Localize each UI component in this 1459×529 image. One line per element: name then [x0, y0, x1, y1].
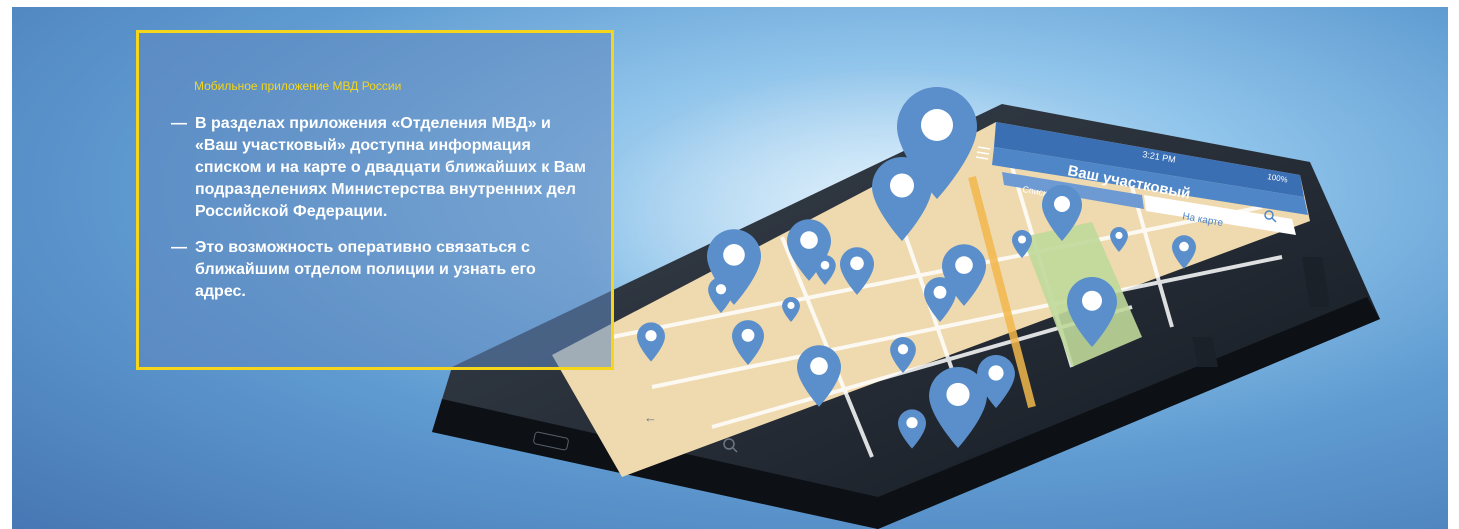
promo-banner: 3:21 PM 100% Ваш участковый Списком На к… [12, 7, 1448, 529]
feature-text: Это возможность оперативно связаться с б… [195, 239, 536, 300]
feature-list: — В разделах приложения «Отделения МВД» … [171, 113, 591, 317]
app-title: Мобильное приложение МВД России [194, 79, 402, 93]
info-box: Мобильное приложение МВД России — В разд… [136, 30, 614, 370]
page-frame: 3:21 PM 100% Ваш участковый Списком На к… [0, 0, 1459, 529]
feature-text: В разделах приложения «Отделения МВД» и … [195, 115, 586, 220]
back-key-icon[interactable]: ← [644, 410, 657, 425]
bullet-dash: — [171, 239, 187, 256]
feature-item: — В разделах приложения «Отделения МВД» … [171, 113, 591, 223]
bullet-dash: — [171, 115, 187, 132]
feature-item: — Это возможность оперативно связаться с… [171, 237, 591, 303]
